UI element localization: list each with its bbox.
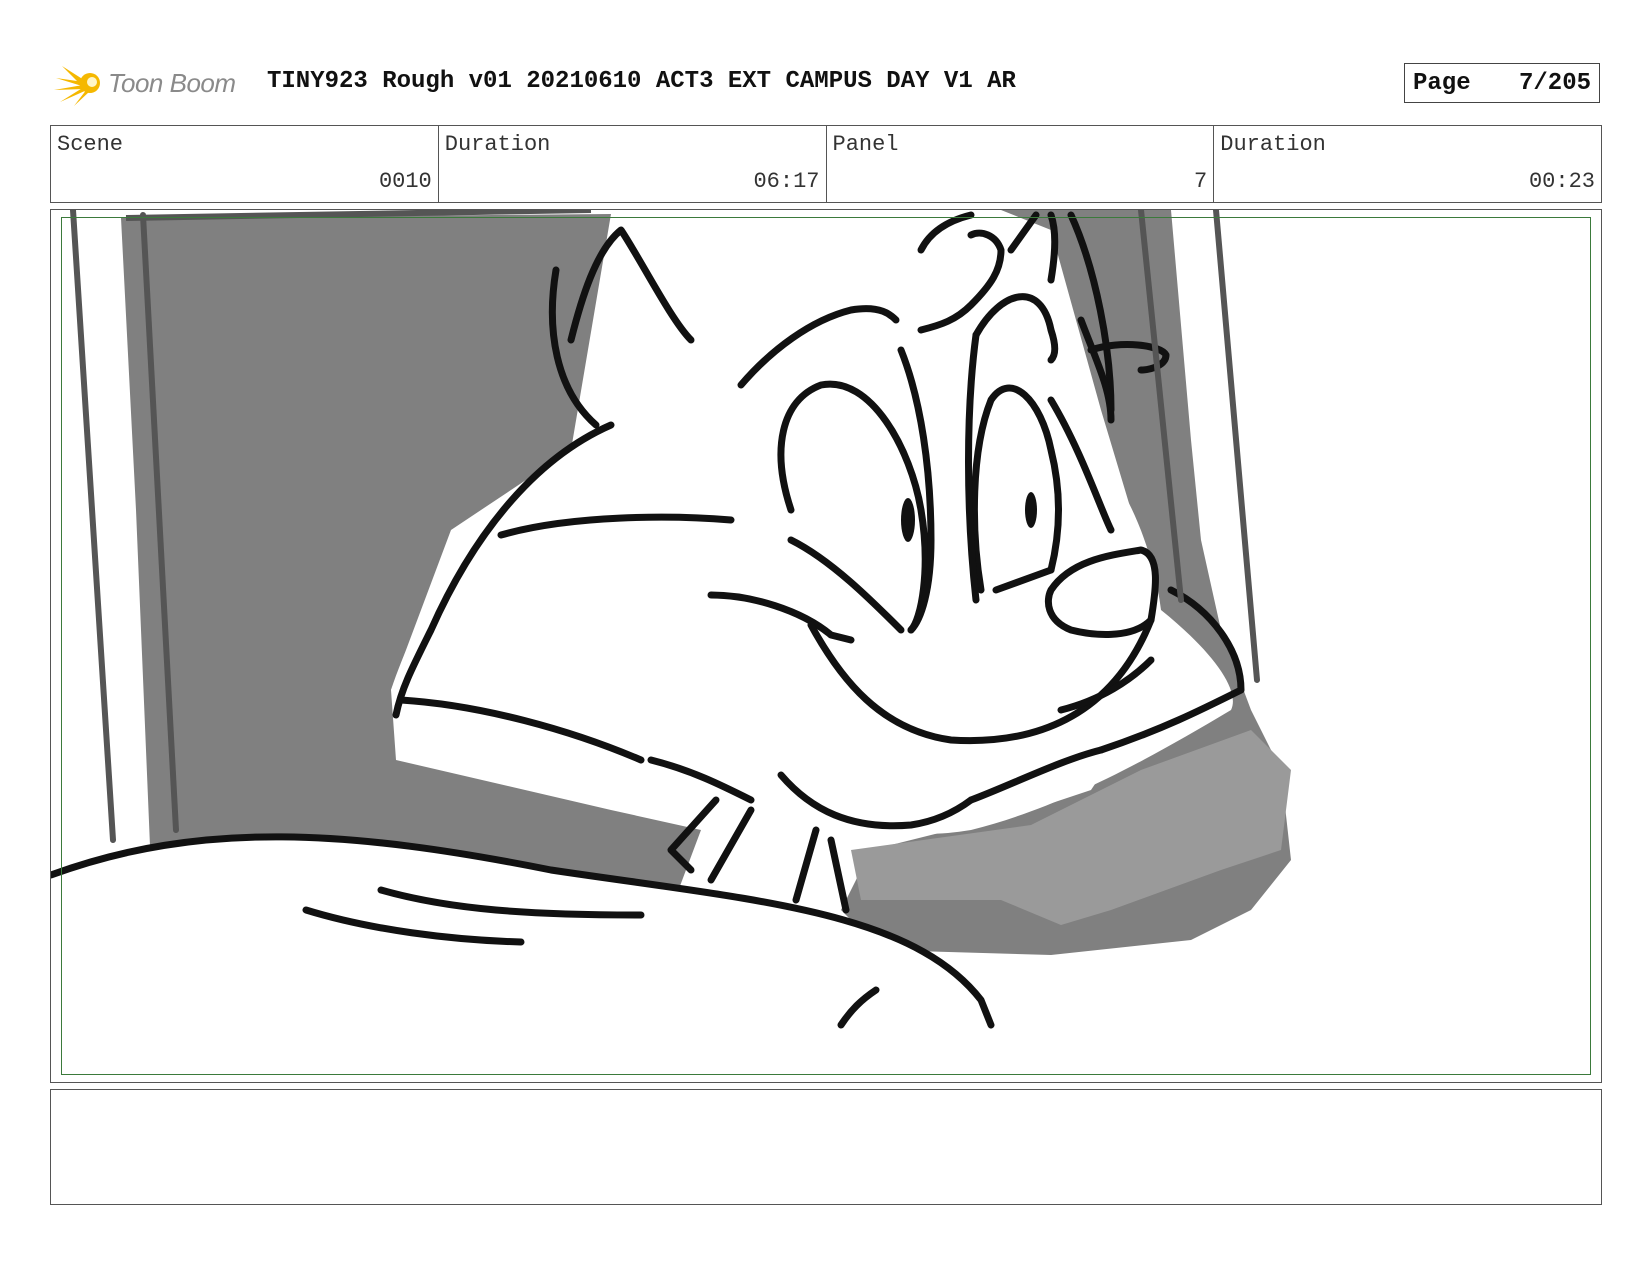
page-value: 7/205 xyxy=(1518,69,1591,97)
scene-value: 0010 xyxy=(378,169,432,194)
starburst-icon xyxy=(54,66,100,106)
scene-duration-value: 06:17 xyxy=(753,169,820,194)
panel-cell: Panel 7 xyxy=(827,126,1215,202)
scene-cell: Scene 0010 xyxy=(51,126,439,202)
scene-duration-label: Duration xyxy=(444,132,551,157)
safe-area-frame xyxy=(61,217,1591,1075)
scene-duration-cell: Duration 06:17 xyxy=(439,126,827,202)
panel-duration-value: 00:23 xyxy=(1528,169,1595,194)
document-title: TINY923 Rough v01 20210610 ACT3 EXT CAMP… xyxy=(267,68,1016,95)
page-counter: Page 7/205 xyxy=(1404,63,1600,103)
panel-notes-box xyxy=(50,1089,1602,1205)
page-label: Page xyxy=(1413,69,1471,97)
panel-value: 7 xyxy=(1194,169,1208,194)
toon-boom-logo: Toon Boom xyxy=(54,58,254,108)
panel-duration-label: Duration xyxy=(1220,132,1326,157)
page-header: Toon Boom TINY923 Rough v01 20210610 ACT… xyxy=(52,58,1610,108)
panel-info-row: Scene 0010 Duration 06:17 Panel 7 Durati… xyxy=(50,125,1602,203)
logo-text: Toon Boom xyxy=(108,67,236,98)
scene-label: Scene xyxy=(57,132,124,157)
panel-label: Panel xyxy=(832,132,899,157)
panel-duration-cell: Duration 00:23 xyxy=(1214,126,1601,202)
